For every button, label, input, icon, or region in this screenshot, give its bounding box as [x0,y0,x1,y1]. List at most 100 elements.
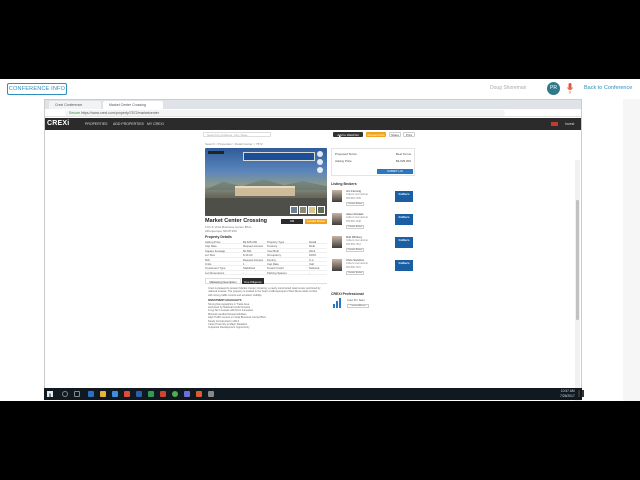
details-value: $9,625,000 [243,240,257,244]
photo-thumbnail[interactable] [290,206,298,214]
crexi-pro-heading: CREXi Professional [331,292,364,296]
highlight-item: Outparcel Development Opportunity [208,326,250,330]
app-icon[interactable] [196,391,202,397]
print-button[interactable]: Print [403,132,415,137]
pro-logo-bar [336,301,338,308]
heart-icon[interactable] [317,151,323,157]
nav-user-menu[interactable]: Invest [565,122,574,126]
share-button[interactable]: Share [389,132,401,137]
app-icon[interactable] [124,391,130,397]
tab-due-diligence[interactable]: Due Diligence [242,278,264,284]
app-icon[interactable] [208,391,214,397]
contact-advisor-button[interactable]: Contact Advisor [347,304,369,308]
clock-date: 7/26/2017 [560,393,575,398]
photo-thumbnail[interactable] [308,206,316,214]
page-scrollbar[interactable] [575,160,580,401]
details-value: Call [309,261,314,266]
taskbar-clock[interactable]: 10:57 AM 7/26/2017 [560,389,575,398]
details-value: National [309,266,320,271]
search-icon[interactable] [62,391,68,397]
colliers-logo: Colliers [395,260,413,271]
tab-marketing-description[interactable]: Marketing Description [205,278,241,284]
app-icon[interactable] [184,391,190,397]
property-photo[interactable] [205,148,327,216]
add-to-watchlist-button[interactable]: Add to Watchlist [333,132,363,137]
expand-icon[interactable] [317,159,323,165]
task-view-icon[interactable] [74,391,80,397]
nav-item-properties[interactable]: PROPERTIES [85,122,108,126]
proposed-terms-label: Proposed Terms [335,152,357,156]
photo-thumbnails [290,206,325,214]
details-value: - [243,270,244,275]
details-label: Tenant Credit [267,266,284,271]
broker-card: Jason Daniels Colliers International Conta… [331,211,415,232]
details-value: Multi [309,244,315,249]
nav-item-my-crexi[interactable]: MY CREXI [147,122,164,126]
nav-item-add-properties[interactable]: ADD PROPERTIES [113,122,144,126]
asking-price-label: Asking Price [335,159,352,163]
property-description: Crexi is pleased to present Market Cente… [208,287,322,330]
chrome-icon[interactable] [172,391,178,397]
secure-label: Secure [69,111,81,115]
details-label: Asking Price [205,240,221,244]
screen-stage: CONFERENCE INFO Doug Shoreman PR Back to… [0,79,640,401]
pro-logo-bar [333,304,335,308]
contact-broker-button[interactable]: Contact Broker [346,225,364,229]
contact-broker-button[interactable]: Contact Broker [346,248,364,252]
colliers-logo: Colliers [395,237,413,248]
asking-price-value: $9,625,000 [395,159,411,163]
submit-loi-button[interactable]: SUBMIT LOI [377,169,413,174]
property-details-heading: Property Details [205,235,232,239]
details-label: Year Built [267,248,279,253]
browser-window: Crexi Conference Market Center Crossing … [44,99,582,401]
broker-phone: 505-880-7048 [346,219,361,223]
address-bar[interactable]: Secure https://www.crexi.com/property/75… [65,110,505,116]
browser-tab-active[interactable]: Market Center Crossing [103,101,163,109]
scroll-thumb[interactable] [576,200,579,320]
property-details-table: Asking Price $9,625,000 Property Type Retai… [205,240,327,276]
contact-broker-button[interactable]: Contact Broker [305,219,327,224]
edge-icon[interactable] [88,391,94,397]
broker-photo [332,236,342,248]
windows-start-icon[interactable] [47,391,53,397]
details-label: NOI [205,257,210,262]
microphone-icon[interactable] [567,83,573,94]
details-label: Lot Size [205,253,216,258]
conference-info-button[interactable]: CONFERENCE INFO [7,83,67,95]
photo-thumbnail[interactable] [317,206,325,214]
map-pin-icon[interactable] [317,167,323,173]
store-icon[interactable] [112,391,118,397]
flag-icon[interactable] [551,122,558,126]
details-label: Lot Dimensions [205,270,225,275]
url-text: https://www.crexi.com/property/7572/mark… [81,111,159,115]
colliers-logo: Colliers [395,191,413,202]
details-label: Tenancy [267,244,278,249]
browser-tab[interactable]: Crexi Conference [49,101,101,109]
details-value: 1 [243,261,245,266]
powerpoint-icon[interactable] [160,391,166,397]
details-label: Units [205,261,212,266]
details-value: Request Access [243,244,264,249]
request-info-button[interactable]: Request Info [366,132,386,137]
file-explorer-icon[interactable] [100,391,106,397]
details-label: Parking Spaces [267,270,287,275]
avatar[interactable]: PR [547,82,560,95]
photo-thumbnail[interactable] [299,206,307,214]
om-button[interactable]: OM [281,219,303,224]
crexi-pro-name: Crexi Pro Team [347,299,365,302]
crexi-logo[interactable]: CREXi [47,120,69,127]
pause-icon[interactable] [578,390,586,398]
conference-bar: CONFERENCE INFO Doug Shoreman PR Back to… [0,79,640,99]
search-input[interactable]: Search by Address, City, State [203,132,271,137]
back-to-conference-link[interactable]: Back to Conference [584,85,632,91]
breadcrumb[interactable]: Search > Properties > Retail Center > 75… [205,142,263,146]
excel-icon[interactable] [148,391,154,397]
crexi-pro-logo [333,298,343,308]
details-label: Zoning [267,257,276,262]
contact-broker-button[interactable]: Contact Broker [346,271,364,275]
pause-bar [582,390,584,397]
contact-broker-button[interactable]: Contact Broker [346,202,364,206]
details-value: 2014 [309,248,316,253]
details-value: Request Access [243,257,264,262]
word-icon[interactable] [136,391,142,397]
